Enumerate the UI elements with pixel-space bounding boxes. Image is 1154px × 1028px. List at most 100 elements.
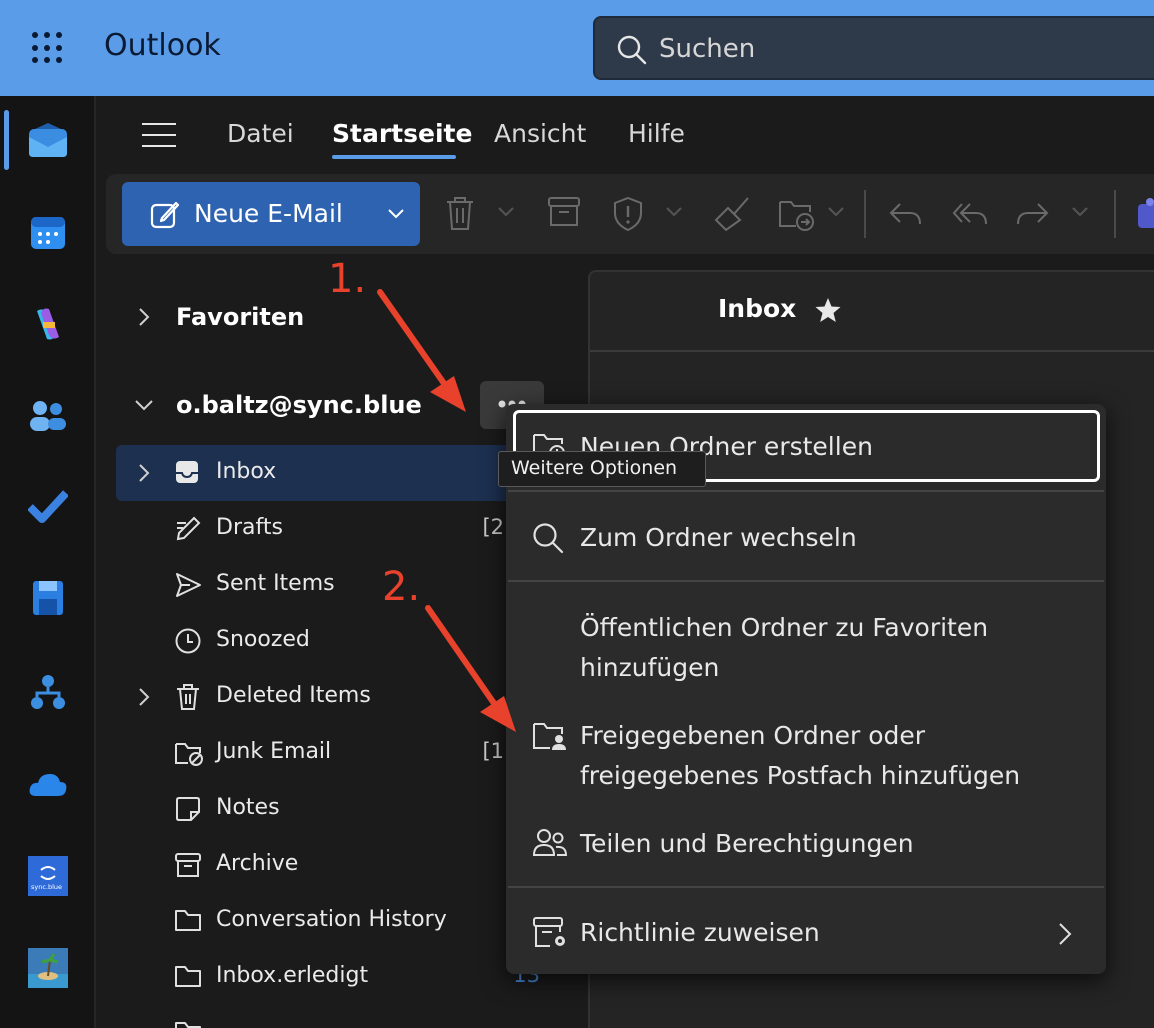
ribbon-separator bbox=[1114, 190, 1116, 238]
folder-label: Sent Items bbox=[216, 571, 335, 596]
menu-item-assign-policy[interactable]: Richtlinie zuweisen bbox=[508, 904, 1104, 962]
search-box[interactable]: Suchen bbox=[593, 16, 1154, 80]
folder-deleted-items[interactable]: Deleted Items bbox=[116, 669, 546, 725]
menu-item-label: Richtlinie zuweisen bbox=[580, 918, 820, 947]
app-icon[interactable] bbox=[22, 572, 74, 624]
menu-toggle-icon[interactable] bbox=[142, 123, 176, 147]
app-launcher-icon[interactable] bbox=[30, 30, 66, 66]
search-icon bbox=[617, 35, 647, 65]
calendar-icon[interactable] bbox=[22, 206, 74, 258]
org-icon[interactable] bbox=[22, 666, 74, 718]
send-icon bbox=[176, 573, 201, 597]
folder-snoozed[interactable]: Snoozed bbox=[116, 613, 546, 669]
tab-datei[interactable]: Datei bbox=[227, 119, 294, 148]
menu-item-label-line1: Freigegebenen Ordner oder bbox=[580, 721, 926, 750]
trash-icon bbox=[177, 684, 199, 710]
search-placeholder: Suchen bbox=[659, 34, 756, 64]
tab-startseite[interactable]: Startseite bbox=[332, 119, 472, 148]
chevron-right-icon[interactable] bbox=[138, 307, 150, 327]
inbox-icon bbox=[176, 461, 198, 483]
folder-label: Junk Email bbox=[216, 739, 332, 764]
menu-separator bbox=[508, 490, 1104, 492]
archive-icon bbox=[175, 853, 201, 877]
chevron-right-icon[interactable] bbox=[138, 687, 150, 707]
app-rail: sync.blue bbox=[0, 96, 96, 1028]
move-to-folder-icon[interactable] bbox=[778, 196, 816, 232]
folder-inbox-erledigt[interactable]: Inbox.erledigt 13 bbox=[116, 949, 546, 1005]
unread-count: [2 bbox=[482, 515, 504, 539]
top-bar: Outlook Suchen bbox=[0, 0, 1154, 96]
folder-label: Inbox.erledigt bbox=[216, 963, 369, 988]
menu-item-go-to-folder[interactable]: Zum Ordner wechseln bbox=[508, 508, 1104, 568]
menu-item-label: Teilen und Berechtigungen bbox=[580, 829, 914, 858]
favorites-header[interactable]: Favoriten bbox=[176, 303, 304, 331]
report-shield-icon[interactable] bbox=[612, 196, 644, 232]
folder-icon bbox=[175, 1022, 201, 1028]
folder-label: Drafts bbox=[216, 515, 283, 540]
folder-label: Archive bbox=[216, 851, 299, 876]
folder-junk-email[interactable]: Junk Email [1 bbox=[116, 725, 546, 781]
account-header[interactable]: o.baltz@sync.blue bbox=[176, 391, 422, 419]
folder-drafts[interactable]: Drafts [2 bbox=[116, 501, 546, 557]
menu-item-add-public-folder[interactable]: Öffentlichen Ordner zu Favoriten hinzufü… bbox=[508, 606, 1104, 690]
new-email-button[interactable]: Neue E-Mail bbox=[122, 182, 420, 246]
delete-icon[interactable] bbox=[444, 196, 476, 232]
shared-folder-icon bbox=[533, 723, 566, 750]
mail-icon[interactable] bbox=[22, 116, 74, 168]
folder-label: Notes bbox=[216, 795, 280, 820]
menu-item-label-line2: hinzufügen bbox=[580, 653, 720, 682]
clock-icon bbox=[175, 628, 201, 654]
chevron-right-icon[interactable] bbox=[138, 463, 150, 483]
chevron-down-icon[interactable] bbox=[498, 207, 514, 217]
folder-label: Snoozed bbox=[216, 627, 310, 652]
app-island-icon[interactable] bbox=[22, 942, 74, 994]
note-icon bbox=[176, 797, 200, 821]
copilot-icon[interactable] bbox=[22, 298, 74, 350]
teams-icon[interactable] bbox=[1136, 198, 1154, 232]
forward-icon[interactable] bbox=[1016, 200, 1050, 228]
junk-folder-icon bbox=[175, 743, 203, 766]
sweep-icon[interactable] bbox=[714, 196, 750, 232]
tab-hilfe[interactable]: Hilfe bbox=[628, 119, 685, 148]
reply-icon[interactable] bbox=[888, 200, 922, 228]
folder-sent-items[interactable]: Sent Items bbox=[116, 557, 546, 613]
chevron-right-icon bbox=[1059, 923, 1072, 945]
menu-item-label-line2: freigegebenes Postfach hinzufügen bbox=[580, 761, 1021, 790]
app-title: Outlook bbox=[104, 28, 221, 63]
chevron-down-icon[interactable] bbox=[134, 399, 154, 411]
star-icon[interactable] bbox=[814, 296, 842, 324]
todo-icon[interactable] bbox=[22, 480, 74, 532]
reply-all-icon[interactable] bbox=[952, 200, 988, 228]
syncblue-icon[interactable]: sync.blue bbox=[22, 850, 74, 902]
policy-archive-icon bbox=[533, 917, 565, 947]
folder-conversation-history[interactable]: Conversation History bbox=[116, 893, 546, 949]
folder-inbox[interactable]: Inbox bbox=[116, 445, 546, 501]
tooltip: Weitere Optionen bbox=[498, 451, 706, 487]
annotation-step-2: 2. bbox=[382, 564, 421, 610]
annotation-step-1: 1. bbox=[328, 256, 367, 302]
folder-icon bbox=[175, 966, 201, 987]
chevron-down-icon[interactable] bbox=[388, 209, 404, 219]
ribbon-separator bbox=[864, 190, 866, 238]
menu-separator bbox=[508, 580, 1104, 582]
archive-icon[interactable] bbox=[547, 196, 581, 228]
folder-archive[interactable]: Archive bbox=[116, 837, 546, 893]
compose-icon bbox=[150, 201, 180, 229]
menu-separator bbox=[508, 886, 1104, 888]
folder-partial[interactable] bbox=[116, 1005, 546, 1028]
folder-icon bbox=[175, 910, 201, 931]
rail-active-indicator bbox=[4, 110, 9, 170]
chevron-down-icon[interactable] bbox=[1072, 207, 1088, 217]
folder-label: Deleted Items bbox=[216, 683, 371, 708]
people-icon[interactable] bbox=[22, 390, 74, 442]
chevron-down-icon[interactable] bbox=[828, 207, 844, 217]
menu-item-sharing-permissions[interactable]: Teilen und Berechtigungen bbox=[508, 822, 1104, 866]
search-icon bbox=[533, 523, 564, 554]
tab-ansicht[interactable]: Ansicht bbox=[494, 119, 586, 148]
syncblue-logo-text: sync.blue bbox=[31, 883, 62, 891]
folder-notes[interactable]: Notes bbox=[116, 781, 546, 837]
menu-item-add-shared-folder[interactable]: Freigegebenen Ordner oder freigegebenes … bbox=[508, 714, 1104, 798]
menu-item-label-line1: Öffentlichen Ordner zu Favoriten bbox=[580, 613, 989, 642]
onedrive-icon[interactable] bbox=[22, 758, 74, 810]
chevron-down-icon[interactable] bbox=[666, 207, 682, 217]
